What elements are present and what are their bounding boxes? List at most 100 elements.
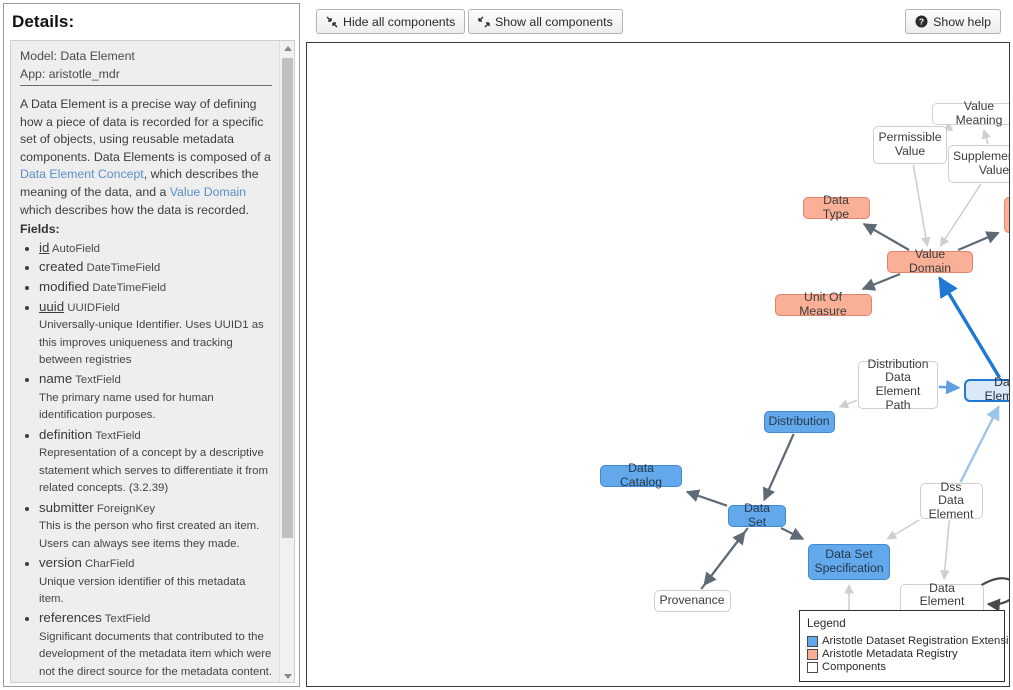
graph-node-data_set[interactable]: Data Set	[728, 502, 786, 529]
field-name: name	[39, 371, 73, 387]
legend-swatch	[807, 661, 818, 673]
field-type: DateTimeField	[89, 281, 167, 294]
model-description: A Data Element is a precise way of defin…	[20, 96, 272, 219]
field-list-item: modified DateTimeField	[39, 278, 272, 298]
details-content-area: Model: Data Element App: aristotle_mdr A…	[10, 40, 295, 683]
field-type: TextField	[72, 374, 121, 387]
model-line: Model: Data Element	[20, 49, 135, 63]
graph-node-data_type[interactable]: Data Type	[802, 193, 870, 221]
graph-panel: Hide all components Show all components …	[306, 3, 1010, 687]
scroll-down-icon[interactable]	[280, 669, 294, 682]
legend-rows: Aristotle Dataset Registration Extension…	[807, 635, 1009, 673]
link-value-domain[interactable]: Value Domain	[170, 185, 246, 199]
legend: Legend Aristotle Dataset Registration Ex…	[799, 610, 1009, 682]
field-type: DateTimeField	[83, 262, 161, 275]
legend-label: Components	[822, 661, 887, 673]
field-type: ForeignKey	[93, 502, 156, 515]
graph-edge	[861, 272, 901, 291]
legend-item: Components	[807, 661, 997, 673]
graph-node-label: Distribution	[768, 414, 830, 429]
graph-edge	[957, 231, 1000, 252]
field-name: modified	[39, 278, 90, 294]
compress-arrows-icon	[326, 15, 338, 28]
details-scroll-content: Model: Data Element App: aristotle_mdr A…	[11, 41, 281, 683]
graph-node-label: Data Element	[984, 375, 1010, 403]
fields-heading: Fields:	[20, 222, 60, 237]
graph-node-label: Unit Of Measure	[799, 290, 847, 318]
graph-node-label: Data Catalog	[619, 461, 662, 489]
field-description: Representation of a concept by a descrip…	[39, 447, 268, 495]
description-text-1: A Data Element is a precise way of defin…	[20, 97, 271, 164]
graph-node-permissible_value[interactable]: Permissible Value	[873, 126, 947, 164]
application-window: Details: Model: Data Element App: aristo…	[0, 0, 1013, 690]
graph-node-label: Data Type	[822, 193, 850, 221]
graph-node-provenance[interactable]: Provenance	[653, 590, 731, 612]
graph-canvas[interactable]: Value Meaning PermissibleValue Supplementa…	[306, 43, 1010, 687]
field-list-item: submitter ForeignKey This is the person w…	[39, 499, 272, 553]
graph-node-ddep[interactable]: Distribution Data Element Path	[858, 357, 938, 411]
field-type: UUIDField	[64, 301, 120, 314]
graph-edge	[685, 489, 728, 507]
field-name: version	[39, 554, 82, 570]
graph-edge	[886, 519, 920, 540]
details-panel-title: Details:	[12, 12, 75, 31]
field-type: TextField	[92, 429, 141, 442]
field-description: The primary name used for human identifi…	[39, 391, 214, 422]
graph-node-label: ConceptualDomain	[1009, 201, 1010, 228]
graph-edge	[939, 183, 982, 247]
graph-edge	[940, 519, 951, 580]
graph-edge	[762, 433, 795, 502]
graph-node-label: Dss Data Element	[928, 479, 974, 521]
hide-all-components-label: Hide all components	[343, 14, 456, 29]
show-all-components-button[interactable]: Show all components	[468, 9, 623, 34]
legend-label: Aristotle Dataset Registration Extension…	[822, 635, 1010, 647]
scrollbar-thumb[interactable]	[282, 58, 293, 538]
graph-node-value_domain[interactable]: Value Domain	[887, 247, 973, 275]
field-description: Unique version identifier of this metada…	[39, 575, 246, 605]
graph-node-conceptual_domain[interactable]: ConceptualDomain	[1003, 197, 1010, 233]
graph-edge	[912, 164, 931, 247]
hide-all-components-button[interactable]: Hide all components	[316, 9, 466, 34]
graph-node-label: SupplementaryValue	[953, 149, 1010, 177]
graph-node-data_element[interactable]: Data Element	[964, 375, 1010, 403]
details-panel: Details: Model: Data Element App: aristo…	[3, 3, 300, 687]
graph-node-unit_of_measure[interactable]: Unit Of Measure	[774, 290, 872, 318]
graph-node-label: Provenance	[659, 593, 725, 608]
details-scrollbar[interactable]	[279, 41, 294, 682]
graph-toolbar: Hide all components Show all components …	[306, 3, 1010, 43]
legend-label: Aristotle Metadata Registry	[822, 648, 958, 660]
field-list-item: created DateTimeField	[39, 258, 272, 278]
graph-node-supplementary[interactable]: SupplementaryValue	[947, 145, 1010, 183]
graph-node-label: Data Set Specification	[814, 547, 884, 575]
graph-node-dss_data_element[interactable]: Dss Data Element	[919, 479, 983, 521]
legend-item: Aristotle Metadata Registry	[807, 648, 997, 660]
graph-node-distribution[interactable]: Distribution	[763, 411, 835, 433]
description-text-3: which describes how the data is recorded…	[20, 202, 249, 217]
field-description: Universally-unique Identifier. Uses UUID…	[39, 319, 264, 366]
graph-node-label: Value Domain	[909, 247, 951, 275]
show-all-components-label: Show all components	[495, 14, 613, 29]
field-list-item: references TextField Significant document…	[39, 609, 272, 681]
field-name: uuid	[39, 298, 65, 314]
legend-item: Aristotle Dataset Registration Extension…	[807, 635, 1009, 647]
scroll-up-icon[interactable]	[280, 41, 294, 56]
field-list-item: uuid UUIDField Universally-unique Identif…	[39, 298, 272, 370]
graph-node-dss[interactable]: Data Set Specification	[808, 544, 890, 580]
graph-edge	[938, 380, 961, 395]
graph-edge	[938, 276, 1001, 379]
legend-title: Legend	[807, 617, 846, 630]
question-circle-icon: ?	[915, 15, 928, 28]
graph-node-data_catalog[interactable]: Data Catalog	[600, 461, 682, 489]
svg-text:?: ?	[919, 17, 924, 27]
field-list-item: version CharField Unique version identifi…	[39, 554, 272, 608]
graph-edge	[700, 530, 746, 590]
graph-node-value_meaning[interactable]: Value Meaning	[932, 100, 1009, 127]
field-name: id	[39, 239, 50, 255]
link-data-element-concept[interactable]: Data Element Concept	[20, 167, 144, 181]
expand-arrows-icon	[478, 15, 490, 28]
show-help-button[interactable]: ? Show help	[905, 9, 1001, 34]
graph-edge-self-loop	[979, 577, 1009, 612]
graph-edge	[959, 405, 1000, 483]
field-list-item: origin_URI CharField	[39, 682, 272, 683]
field-type: CharField	[81, 557, 135, 570]
